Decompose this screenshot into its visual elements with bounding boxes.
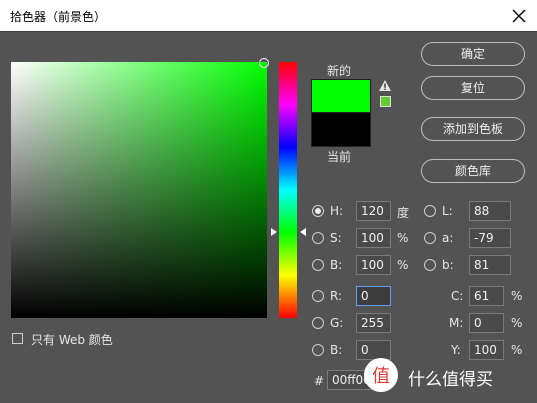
h-unit: 度 (397, 206, 410, 220)
hue-slider-right-arrow[interactable] (300, 228, 306, 236)
r-label: R: (330, 289, 343, 303)
web-safe-color-swatch[interactable] (380, 96, 391, 107)
radio-l[interactable] (424, 205, 436, 217)
watermark: 值 什么值得买 (362, 356, 493, 397)
g-label: G: (330, 316, 344, 330)
g-input[interactable]: 255 (356, 313, 391, 333)
color-field[interactable] (11, 62, 267, 318)
radio-brightness[interactable] (312, 259, 324, 271)
lab-b-input[interactable]: 81 (469, 255, 511, 275)
watermark-logo-icon: 值 (364, 358, 398, 392)
brightness-label: B: (330, 258, 343, 272)
new-color-swatch (311, 79, 371, 114)
web-only-label[interactable]: 只有 Web 颜色 (31, 331, 113, 348)
h-input[interactable]: 120 (356, 201, 391, 221)
a-label: a: (442, 231, 454, 245)
m-input[interactable]: 0 (469, 313, 504, 333)
radio-h[interactable] (312, 205, 324, 217)
hex-label: # (314, 374, 325, 388)
s-label: S: (330, 231, 342, 245)
c-unit: % (511, 289, 523, 303)
blue-label: B: (330, 343, 343, 357)
y-unit: % (511, 343, 523, 357)
s-input[interactable]: 100 (356, 228, 391, 248)
brightness-unit: % (397, 258, 409, 272)
c-input[interactable]: 61 (469, 286, 504, 306)
web-only-checkbox[interactable] (12, 333, 23, 344)
m-unit: % (511, 316, 523, 330)
radio-g[interactable] (312, 317, 324, 329)
new-color-label: 新的 (327, 64, 352, 78)
brightness-input[interactable]: 100 (356, 255, 391, 275)
l-label: L: (442, 204, 453, 218)
y-input[interactable]: 100 (469, 340, 504, 360)
hue-slider[interactable] (279, 62, 297, 318)
lab-b-label: b: (442, 258, 454, 272)
a-input[interactable]: -79 (469, 228, 511, 248)
hue-slider-left-arrow[interactable] (271, 228, 277, 236)
radio-a[interactable] (424, 232, 436, 244)
radio-lab-b[interactable] (424, 259, 436, 271)
c-label: C: (451, 289, 464, 303)
h-label: H: (330, 204, 344, 218)
current-color-swatch[interactable] (311, 112, 371, 147)
color-field-marker[interactable] (259, 58, 269, 68)
out-of-gamut-warning-icon[interactable] (378, 79, 392, 92)
current-color-label: 当前 (327, 150, 352, 164)
reset-button[interactable]: 复位 (421, 76, 525, 100)
close-icon[interactable] (507, 4, 531, 28)
watermark-logo-text: 值 (372, 366, 390, 387)
title-bar: 拾色器（前景色） (0, 0, 537, 32)
add-to-swatches-button[interactable]: 添加到色板 (421, 117, 525, 141)
radio-r[interactable] (312, 290, 324, 302)
r-input[interactable]: 0 (356, 286, 391, 306)
color-libraries-button[interactable]: 颜色库 (421, 159, 525, 183)
radio-s[interactable] (312, 232, 324, 244)
ok-button[interactable]: 确定 (421, 42, 525, 66)
radio-blue[interactable] (312, 344, 324, 356)
m-label: M: (449, 316, 464, 330)
y-label: Y: (451, 343, 461, 357)
window-title: 拾色器（前景色） (10, 10, 107, 24)
l-input[interactable]: 88 (469, 201, 511, 221)
s-unit: % (397, 231, 409, 245)
watermark-text: 什么值得买 (408, 370, 493, 390)
